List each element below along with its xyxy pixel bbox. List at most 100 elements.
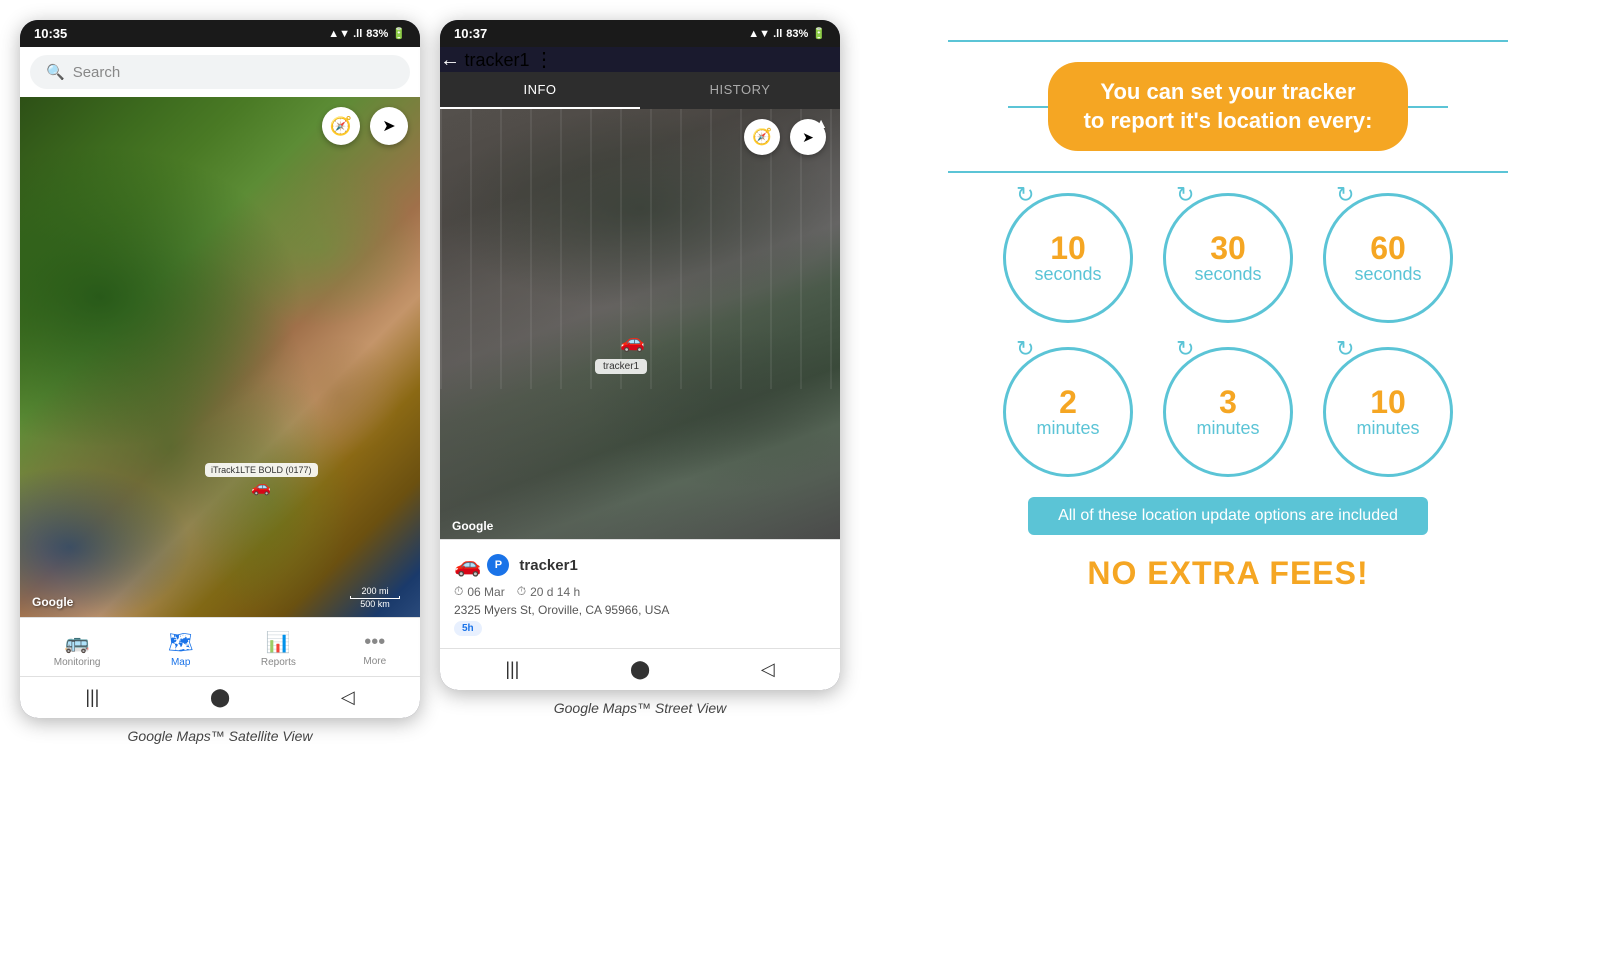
tab-info[interactable]: INFO (440, 72, 640, 109)
phone2-android-nav: ||| ⬤ ◁ (440, 648, 840, 690)
circle-10-number: 10 (1050, 232, 1086, 264)
phone2-signal: ▲▼ .ll (748, 28, 782, 40)
circle-10m-unit: minutes (1356, 418, 1419, 439)
phone1-scale-metric: 500 km (360, 599, 390, 609)
time-icon: ⏱ (517, 584, 526, 599)
nav-label-map: Map (171, 657, 190, 668)
circle-60-unit: seconds (1354, 264, 1421, 285)
more-icon: ••• (364, 631, 385, 654)
phone1-battery-icon: 🔋 (392, 27, 406, 40)
android-nav-back-2[interactable]: ◁ (761, 659, 775, 680)
tab-history[interactable]: HISTORY (640, 72, 840, 109)
phone2-car-marker: 🚗 (620, 329, 645, 354)
meta-duration: ⏱ 20 d 14 h (517, 584, 580, 599)
phone1-map[interactable]: 🧭 ➤ iTrack1LTE BOLD (0177) 🚗 Google 200 … (20, 97, 420, 617)
no-fees-box: All of these location update options are… (1028, 497, 1428, 535)
android-nav-home[interactable]: ⬤ (210, 687, 230, 708)
phone1-search-bar[interactable]: 🔍 Search (20, 47, 420, 97)
reports-icon: 📊 (266, 630, 291, 655)
no-fees-text: All of these location update options are… (1058, 507, 1398, 525)
android-nav-menu[interactable]: ||| (85, 687, 99, 708)
phone1-scale-bar: 200 mi 500 km (350, 586, 400, 609)
back-button[interactable]: ← (440, 49, 460, 71)
nav-item-reports[interactable]: 📊 Reports (249, 626, 308, 672)
tracker-info-header: 🚗 P tracker1 (454, 552, 826, 578)
circles-grid: 10 seconds 30 seconds 60 seconds (1003, 193, 1453, 477)
compass-icon-2: 🧭 (752, 127, 772, 147)
circle-30-number: 30 (1210, 232, 1246, 264)
phone2-tabs: INFO HISTORY (440, 72, 840, 109)
nav-label-reports: Reports (261, 657, 296, 668)
phone2-caption: Google Maps™ Street View (440, 700, 840, 716)
phone2-app-header: ← tracker1 ⋮ (440, 47, 840, 72)
phone1-location-button[interactable]: ➤ (370, 107, 408, 145)
headline-text: You can set your trackerto report it's l… (1084, 78, 1373, 135)
circle-60-seconds: 60 seconds (1323, 193, 1453, 323)
phone2-battery: 83% (786, 28, 808, 40)
phone2-screen: 10:37 ▲▼ .ll 83% 🔋 ← tracker1 ⋮ (440, 20, 840, 690)
phone2-battery-icon: 🔋 (812, 27, 826, 40)
phone1-tracker-marker: iTrack1LTE BOLD (0177) 🚗 (205, 463, 318, 497)
update-badge: 5h (454, 621, 482, 636)
phone1-caption: Google Maps™ Satellite View (20, 728, 420, 744)
search-placeholder: Search (73, 64, 121, 81)
phone2-tracker-label: tracker1 (595, 359, 647, 374)
location-icon-2: ➤ (802, 129, 814, 146)
circles-row-1: 10 seconds 30 seconds 60 seconds (1003, 193, 1453, 323)
circle-3-number: 3 (1219, 386, 1237, 418)
android-nav-home-2[interactable]: ⬤ (630, 659, 650, 680)
circle-3-minutes: 3 minutes (1163, 347, 1293, 477)
search-icon: 🔍 (46, 63, 65, 81)
phone2-time: 10:37 (454, 26, 487, 41)
meta-date: ⏱ 06 Mar (454, 584, 505, 599)
circle-10-minutes: 10 minutes (1323, 347, 1453, 477)
phone2-wrapper: 10:37 ▲▼ .ll 83% 🔋 ← tracker1 ⋮ (440, 20, 840, 744)
location-icon: ➤ (382, 116, 395, 136)
phone2-signal-icons: ▲▼ .ll 83% 🔋 (748, 27, 826, 40)
tracker-date: 06 Mar (467, 585, 504, 599)
headline-box: You can set your trackerto report it's l… (1048, 62, 1409, 151)
right-panel: You can set your trackerto report it's l… (860, 20, 1596, 612)
circle-2-minutes: 2 minutes (1003, 347, 1133, 477)
tracker-info-panel: 🚗 P tracker1 ⏱ 06 Mar ⏱ (440, 539, 840, 648)
p-badge: P (487, 554, 509, 576)
more-options-button[interactable]: ⋮ (534, 49, 554, 71)
circle-30-unit: seconds (1194, 264, 1261, 285)
nav-item-more[interactable]: ••• More (351, 627, 398, 671)
phone1-screen: 10:35 ▲▼ .ll 83% 🔋 🔍 Search (20, 20, 420, 718)
phone1-google-logo: Google (32, 595, 73, 609)
no-extra-fees: NO EXTRA FEES! (1087, 555, 1368, 592)
phone1-battery: 83% (366, 28, 388, 40)
nav-label-monitoring: Monitoring (54, 657, 101, 668)
bottom-divider (948, 171, 1508, 173)
phone2-compass-button[interactable]: 🧭 (744, 119, 780, 155)
phone1-compass-button[interactable]: 🧭 (322, 107, 360, 145)
phone1-android-nav: ||| ⬤ ◁ (20, 676, 420, 718)
android-nav-menu-2[interactable]: ||| (505, 659, 519, 680)
phone1-wrapper: 10:35 ▲▼ .ll 83% 🔋 🔍 Search (20, 20, 420, 744)
android-nav-back[interactable]: ◁ (341, 687, 355, 708)
phone2-google-logo: Google (452, 519, 493, 533)
nav-item-monitoring[interactable]: 🚌 Monitoring (42, 626, 113, 672)
scroll-up-button[interactable]: ▲ (814, 115, 828, 131)
nav-item-map[interactable]: 🗺 Map (156, 626, 205, 672)
circle-10-unit: seconds (1034, 264, 1101, 285)
phone1-time: 10:35 (34, 26, 67, 41)
monitoring-icon: 🚌 (65, 630, 90, 655)
circle-60-number: 60 (1370, 232, 1406, 264)
circle-3-unit: minutes (1196, 418, 1259, 439)
phone1-signal: ▲▼ .ll (328, 28, 362, 40)
circle-30-seconds: 30 seconds (1163, 193, 1293, 323)
phone1-car-icon: 🚗 (251, 477, 271, 497)
phone1-status-bar: 10:35 ▲▼ .ll 83% 🔋 (20, 20, 420, 47)
tracker-address: 2325 Myers St, Oroville, CA 95966, USA (454, 603, 826, 617)
circles-row-2: 2 minutes 3 minutes 10 minutes (1003, 347, 1453, 477)
circle-10-seconds: 10 seconds (1003, 193, 1133, 323)
phone2-map[interactable]: 🧭 ➤ 🚗 tracker1 Google ▲ (440, 109, 840, 539)
nav-label-more: More (363, 656, 386, 667)
phone1-search-input[interactable]: 🔍 Search (30, 55, 410, 89)
tracker-title: tracker1 (519, 557, 577, 574)
info-graphic: You can set your trackerto report it's l… (948, 40, 1508, 592)
tracker-avatar: 🚗 P (454, 552, 509, 578)
phone2-tracker-name: tracker1 (464, 50, 529, 70)
